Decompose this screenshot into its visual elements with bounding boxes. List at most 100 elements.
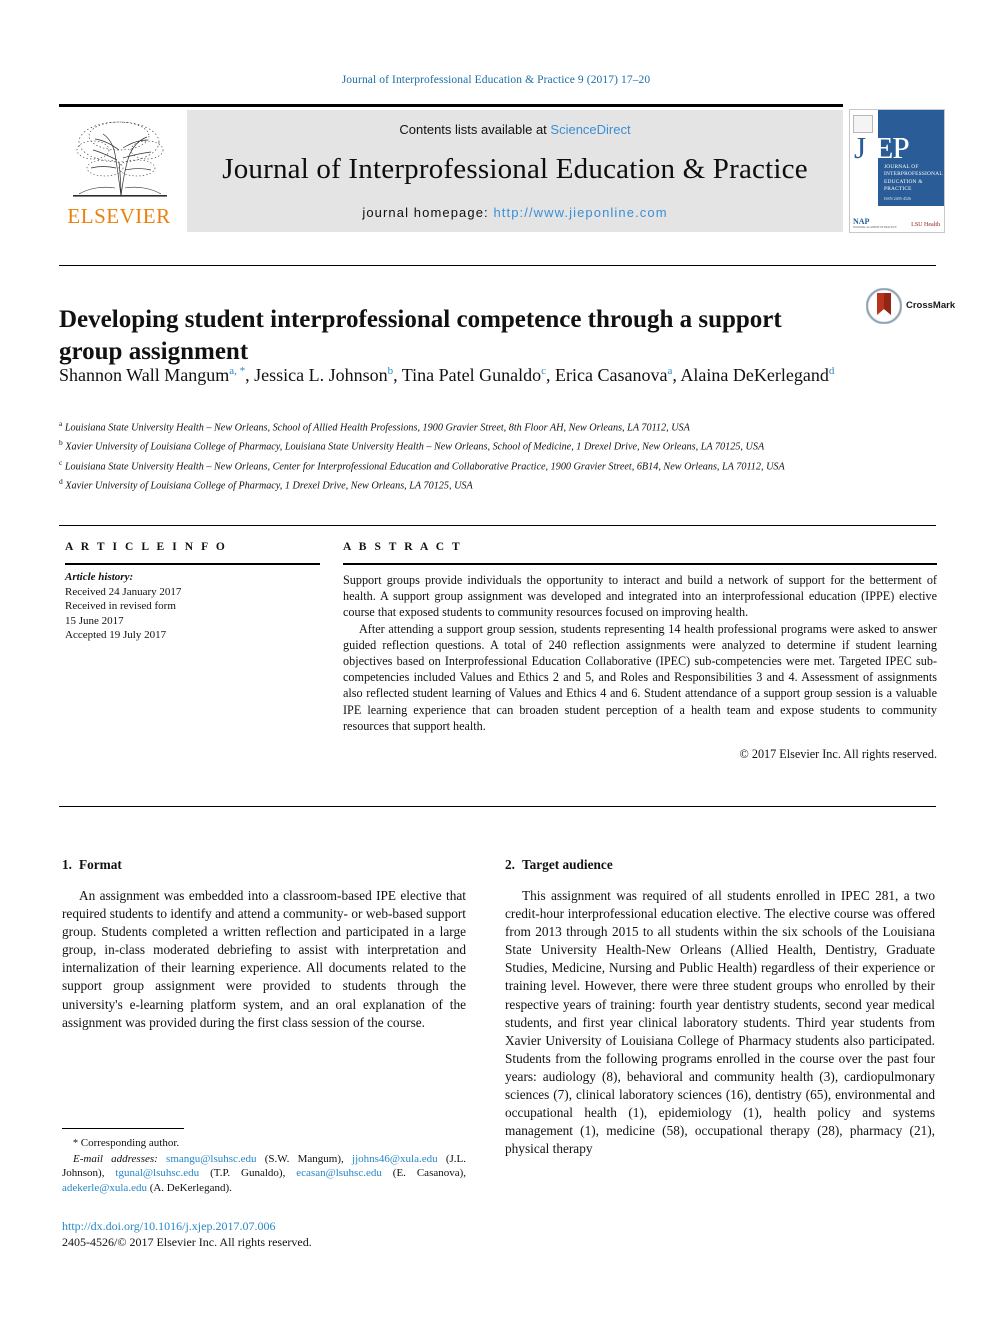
affiliation-text-c: Louisiana State University Health – New …	[64, 461, 785, 473]
author-name-1: Shannon Wall Mangum	[59, 365, 230, 385]
section-title-2: Target audience	[521, 857, 613, 872]
info-divider	[59, 525, 936, 526]
affiliation-list: a Louisiana State University Health – Ne…	[59, 416, 934, 494]
crossmark-badge[interactable]: CrossMark	[865, 287, 955, 328]
email-link-3[interactable]: tgunal@lsuhsc.edu	[115, 1167, 199, 1179]
abstract-underline	[343, 563, 937, 565]
journal-masthead: ELSEVIER Contents lists available at Sci…	[59, 104, 945, 233]
section-number-2: 2.	[505, 857, 515, 872]
email-owner-4: (E. Casanova)	[392, 1167, 464, 1180]
section-heading-format: 1. Format	[62, 857, 466, 873]
section-heading-target-audience: 2. Target audience	[505, 857, 935, 873]
section-body-target-audience: This assignment was required of all stud…	[505, 888, 935, 1157]
footnote-block: * Corresponding author. E-mail addresses…	[62, 1136, 466, 1195]
masthead-top-rule	[59, 104, 843, 107]
nap-label: NAP	[853, 217, 870, 226]
lsu-health-logo: LSU Health	[911, 222, 940, 228]
elsevier-logo: ELSEVIER	[59, 110, 179, 232]
author-name-5: Alaina DeKerlegand	[680, 365, 829, 385]
body-column-right: 2. Target audience This assignment was re…	[505, 857, 935, 1158]
article-info-heading: A R T I C L E I N F O	[65, 541, 228, 553]
doi-block: http://dx.doi.org/10.1016/j.xjep.2017.07…	[62, 1218, 482, 1250]
abstract-block: A B S T R A C T Support groups provide i…	[343, 541, 937, 762]
email-link-1[interactable]: smangu@lsuhsc.edu	[166, 1153, 256, 1165]
affiliation-text-b: Xavier University of Louisiana College o…	[65, 441, 765, 453]
section-body-format: An assignment was embedded into a classr…	[62, 888, 466, 1030]
abstract-bottom-divider	[59, 806, 936, 807]
affiliation-c: c Louisiana State University Health – Ne…	[59, 455, 934, 474]
corresponding-author-text: Corresponding author.	[80, 1137, 180, 1149]
article-info-underline	[65, 563, 320, 565]
affiliation-d: d Xavier University of Louisiana College…	[59, 474, 934, 493]
title-divider	[59, 265, 936, 266]
nap-logo: NAP NATIONAL ACADEMY OF PRACTICE	[853, 217, 897, 229]
homepage-url-link[interactable]: http://www.jieponline.com	[493, 205, 667, 220]
journal-title: Journal of Interprofessional Education &…	[222, 153, 808, 185]
email-link-2[interactable]: jjohns46@xula.edu	[352, 1153, 438, 1165]
abstract-paragraph-1: Support groups provide individuals the o…	[343, 573, 937, 620]
article-history-line-3: 15 June 2017	[65, 614, 124, 627]
contents-lists-line: Contents lists available at ScienceDirec…	[187, 110, 843, 137]
article-history-line-2: Received in revised form	[65, 600, 176, 613]
running-head: Journal of Interprofessional Education &…	[341, 74, 651, 86]
cover-acronym-rest: IEP	[865, 130, 909, 165]
journal-banner: Contents lists available at ScienceDirec…	[187, 110, 843, 232]
contents-lists-prefix: Contents lists available at	[399, 122, 551, 137]
cover-elsevier-icon	[853, 115, 873, 133]
email-owner-1: (S.W. Mangum)	[264, 1152, 342, 1165]
author-marks-1[interactable]: a, *	[229, 365, 245, 377]
author-name-2: Jessica L. Johnson	[254, 365, 388, 385]
author-name-4: Erica Casanova	[555, 365, 668, 385]
article-history-line-1: Received 24 January 2017	[65, 585, 182, 598]
section-title-1: Format	[78, 857, 122, 872]
author-marks-3[interactable]: c	[541, 365, 546, 377]
elsevier-tree-icon	[59, 110, 179, 206]
email-link-5[interactable]: adekerle@xula.edu	[62, 1182, 147, 1194]
email-link-4[interactable]: ecasan@lsuhsc.edu	[296, 1167, 382, 1179]
cover-acronym: JIEP	[854, 130, 910, 166]
doi-link[interactable]: http://dx.doi.org/10.1016/j.xjep.2017.07…	[62, 1218, 482, 1234]
elsevier-wordmark: ELSEVIER	[67, 204, 171, 228]
cover-subtitle: JOURNAL OF INTERPROFESSIONAL EDUCATION &…	[884, 164, 943, 193]
affiliation-a: a Louisiana State University Health – Ne…	[59, 416, 934, 435]
cover-issn: ISSN 2405-4526	[884, 196, 912, 201]
section-number-1: 1.	[62, 857, 72, 872]
article-history-label: Article history:	[65, 571, 134, 583]
author-marks-2[interactable]: b	[388, 365, 394, 377]
article-history: Article history: Received 24 January 201…	[65, 570, 320, 643]
affiliation-text-d: Xavier University of Louisiana College o…	[65, 480, 473, 492]
author-marks-4[interactable]: a	[667, 365, 672, 377]
abstract-heading: A B S T R A C T	[343, 541, 463, 553]
journal-homepage-line: journal homepage: http://www.jieponline.…	[187, 205, 843, 220]
article-page: Journal of Interprofessional Education &…	[0, 0, 992, 1323]
nap-sublabel: NATIONAL ACADEMY OF PRACTICE	[853, 226, 897, 229]
affiliation-b: b Xavier University of Louisiana College…	[59, 435, 934, 454]
abstract-paragraph-2: After attending a support group session,…	[343, 621, 937, 733]
author-list: Shannon Wall Manguma, *, Jessica L. John…	[59, 365, 835, 385]
cover-acronym-j: J	[854, 130, 866, 165]
email-addresses-label: E-mail addresses:	[73, 1152, 158, 1165]
email-addresses-note: E-mail addresses: smangu@lsuhsc.edu (S.W…	[62, 1152, 467, 1194]
affiliation-text-a: Louisiana State University Health – New …	[64, 422, 690, 434]
sciencedirect-link[interactable]: ScienceDirect	[550, 122, 630, 137]
affiliation-mark-c: c	[59, 457, 63, 467]
author-name-3: Tina Patel Gunaldo	[401, 365, 542, 385]
footnote-divider	[62, 1128, 184, 1129]
crossmark-icon	[865, 287, 903, 325]
corresponding-author-note: * Corresponding author.	[62, 1136, 466, 1152]
affiliation-mark-a: a	[59, 419, 63, 428]
issn-copyright-line: 2405-4526/© 2017 Elsevier Inc. All right…	[62, 1235, 312, 1249]
email-owner-3: (T.P. Gunaldo)	[210, 1167, 283, 1180]
affiliation-mark-b: b	[59, 438, 63, 448]
article-history-line-4: Accepted 19 July 2017	[65, 629, 167, 642]
asterisk-icon: *	[73, 1138, 78, 1149]
article-info-block: A R T I C L E I N F O Article history: R…	[65, 541, 320, 643]
journal-cover-thumbnail: JIEP JOURNAL OF INTERPROFESSIONAL EDUCAT…	[849, 109, 945, 233]
body-column-left: 1. Format An assignment was embedded into…	[62, 857, 466, 1032]
affiliation-mark-d: d	[59, 477, 63, 487]
abstract-copyright: © 2017 Elsevier Inc. All rights reserved…	[739, 747, 937, 762]
abstract-text: Support groups provide individuals the o…	[343, 572, 937, 734]
author-marks-5[interactable]: d	[829, 365, 835, 377]
email-owner-5: (A. DeKerlegand)	[149, 1181, 230, 1194]
crossmark-label: CrossMark	[906, 300, 956, 311]
